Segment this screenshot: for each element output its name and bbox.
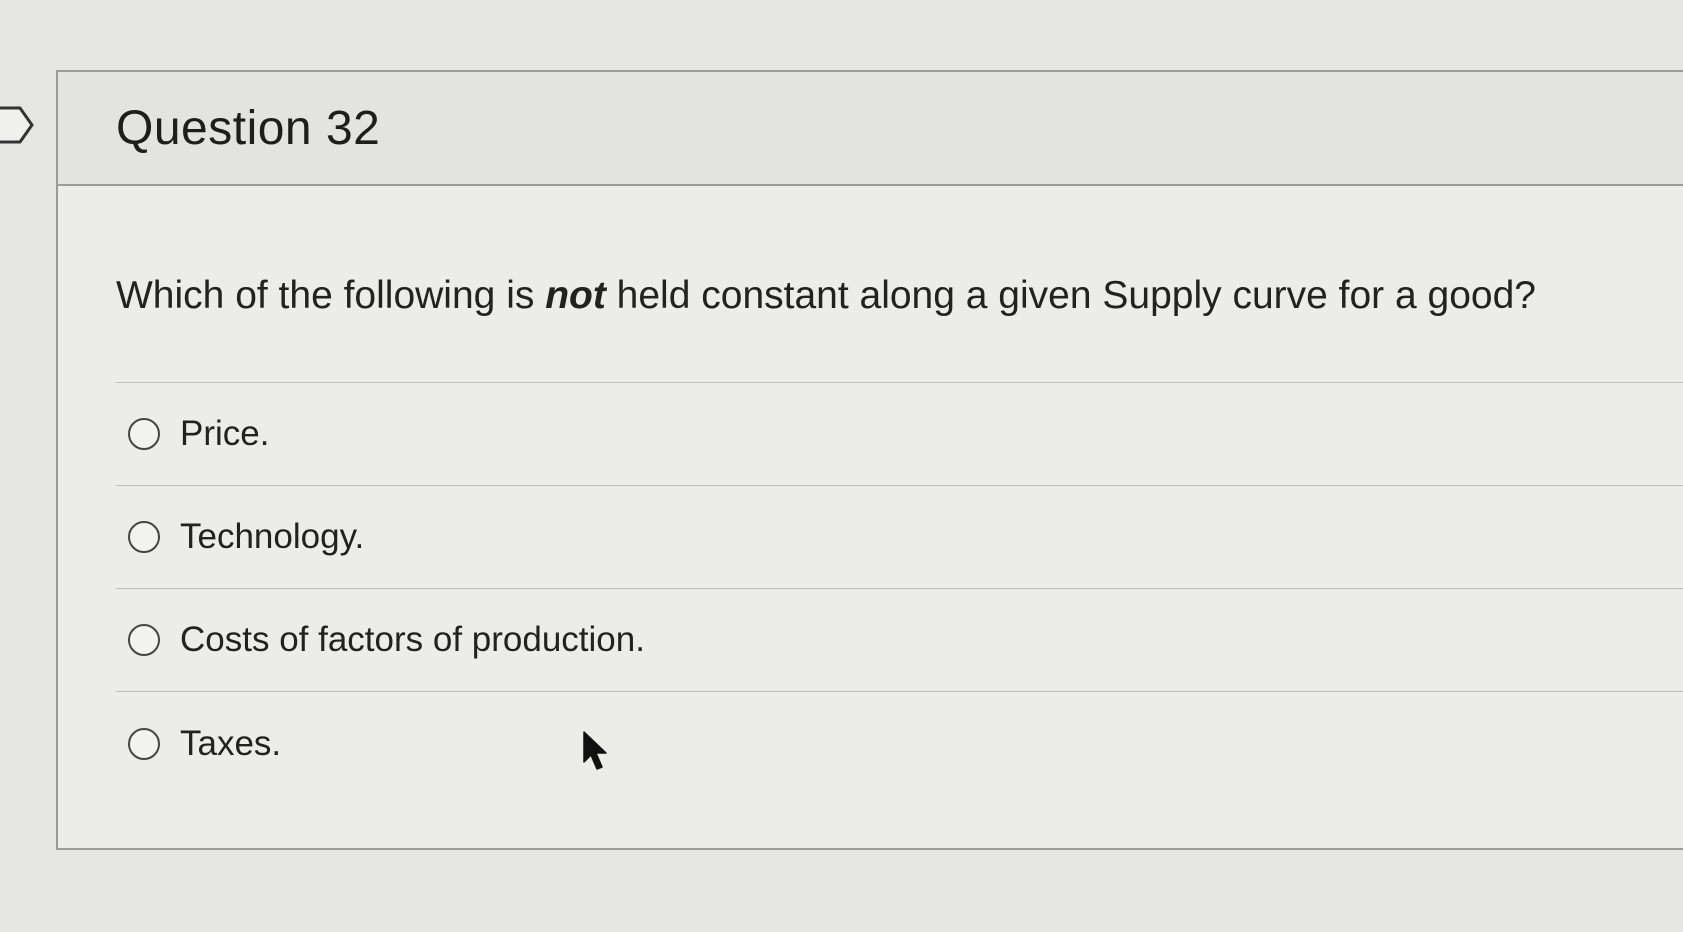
question-header: Question 32 [58,72,1683,186]
answer-option-price[interactable]: Price. [116,383,1683,486]
radio-empty-icon[interactable] [128,521,160,553]
answer-label: Price. [180,414,270,453]
question-text-emphasis: not [545,274,606,317]
answer-list: Price. Technology. Costs of factors of p… [116,382,1683,795]
radio-empty-icon[interactable] [128,624,160,656]
answer-option-costs[interactable]: Costs of factors of production. [116,589,1683,692]
question-text-end: held constant along a given Supply curve… [605,274,1536,317]
question-title: Question 32 [116,101,381,155]
flag-question-icon[interactable] [0,104,36,146]
answer-option-technology[interactable]: Technology. [116,486,1683,589]
question-text: Which of the following is not held const… [116,186,1683,382]
radio-empty-icon[interactable] [128,727,160,760]
answer-label: Taxes. [180,723,282,763]
answer-label: Costs of factors of production. [180,620,645,659]
answer-option-taxes[interactable]: Taxes. [116,692,1683,795]
mouse-pointer-icon [583,731,607,770]
radio-empty-icon[interactable] [128,418,160,450]
question-card: Question 32 Which of the following is no… [56,70,1683,850]
question-text-start: Which of the following is [116,274,546,317]
answer-label: Technology. [180,517,365,556]
question-body: Which of the following is not held const… [58,186,1683,795]
